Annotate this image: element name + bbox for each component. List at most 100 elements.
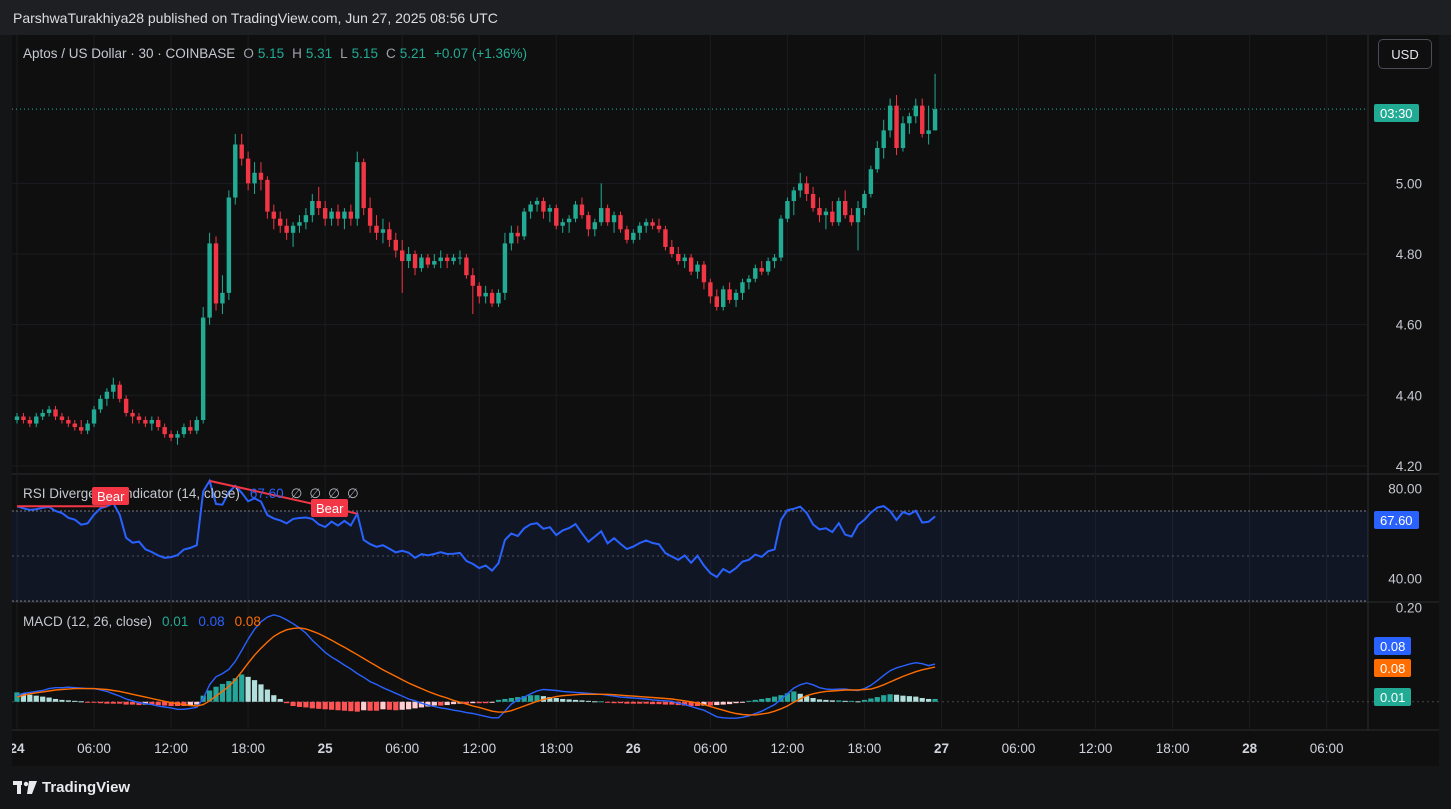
rsi-empty-4: ∅ <box>346 486 359 501</box>
chart-area[interactable]: 5.00 4.80 4.60 4.40 4.20 80.00 40.00 0.20 24 06:0… <box>12 35 1439 766</box>
candle-body <box>573 204 578 219</box>
macd-histogram-bar <box>33 695 39 702</box>
candle-body <box>534 201 540 205</box>
macd-histogram-bar <box>72 700 78 702</box>
candle-body <box>162 427 167 435</box>
candle-body <box>836 201 841 223</box>
macd-histogram-bar <box>239 674 245 702</box>
macd-histogram-bar <box>412 701 418 709</box>
candle-body <box>207 243 212 318</box>
candle-body <box>778 218 784 258</box>
macd-histogram-bar <box>874 697 880 702</box>
macd-histogram-bar <box>746 700 752 702</box>
macd-legend[interactable]: MACD (12, 26, close) 0.01 0.08 0.08 <box>23 614 261 629</box>
candle-body <box>842 201 848 216</box>
macd-histogram-bar <box>110 701 116 704</box>
candle-body <box>688 257 694 272</box>
candle-body <box>329 211 334 219</box>
currency-button[interactable]: USD <box>1378 39 1432 69</box>
candle-body <box>676 254 681 262</box>
candle-body <box>932 109 938 131</box>
macd-histogram-bar <box>91 701 97 703</box>
time-tick-label: 06:00 <box>1310 741 1344 756</box>
candle-body <box>53 409 58 417</box>
candle-body <box>181 427 187 435</box>
macd-histogram-bar <box>727 701 733 705</box>
macd-histogram-bar <box>361 701 367 711</box>
candle-body <box>361 162 366 209</box>
change-value: +0.07 (+1.36%) <box>433 46 528 61</box>
candle-body <box>515 232 520 237</box>
rsi-tick-label: 40.00 <box>1388 572 1422 587</box>
symbol-legend[interactable]: Aptos / US Dollar · 30 · COINBASE O 5.15 … <box>23 46 527 61</box>
candle-body <box>239 144 244 159</box>
candle-body <box>14 416 20 421</box>
macd-histogram-bar <box>155 701 161 706</box>
candle-body <box>477 285 482 297</box>
macd-name[interactable]: MACD (12, 26, close) <box>23 614 152 629</box>
candle-body <box>348 211 354 219</box>
macd-histogram-bar <box>598 701 604 703</box>
macd-histogram-bar <box>104 701 110 704</box>
candle-body <box>123 398 129 413</box>
candle-body <box>772 257 777 262</box>
macd-histogram-bar <box>251 680 258 702</box>
time-tick-label: 26 <box>626 741 642 756</box>
chart-svg[interactable]: 5.00 4.80 4.60 4.40 4.20 80.00 40.00 0.20 24 06:0… <box>12 35 1439 766</box>
candle-body <box>521 211 527 237</box>
macd-histogram-bar <box>630 701 636 704</box>
macd-histogram-bar <box>245 676 251 702</box>
time-tick-label: 06:00 <box>77 741 111 756</box>
tradingview-brand[interactable]: TradingView <box>13 779 130 796</box>
time-tick-label: 27 <box>934 741 949 756</box>
rsi-legend[interactable]: RSI Divergence Indicator (14, close) 67.… <box>23 486 359 502</box>
price-tick-label: 4.60 <box>1396 318 1422 333</box>
macd-histogram-bar <box>316 701 322 709</box>
candle-body <box>669 246 675 254</box>
macd-histogram-bar <box>470 701 476 704</box>
footer <box>0 766 1451 809</box>
candle-body <box>21 416 26 421</box>
brand-name: TradingView <box>42 779 131 796</box>
macd-histogram-bar <box>733 701 739 704</box>
candle-body <box>721 289 726 307</box>
macd-histogram-bar <box>624 701 630 704</box>
macd-line <box>16 614 936 719</box>
macd-histogram-bar <box>367 701 373 711</box>
macd-histogram-bar <box>656 701 662 705</box>
rsi-name[interactable]: RSI Divergence Indicator (14, close) <box>23 486 240 501</box>
candle-body <box>566 218 572 223</box>
candle-body <box>380 229 386 233</box>
rsi-value: 67.60 <box>249 486 284 501</box>
price-tick-label: 4.40 <box>1396 388 1422 403</box>
price-tick-label: 5.00 <box>1396 176 1422 191</box>
macd-histogram-bar <box>611 701 617 704</box>
candle-body <box>387 229 392 240</box>
macd-histogram-bar <box>52 698 59 702</box>
candle-body <box>753 268 758 279</box>
macd-histogram-bar <box>900 695 906 702</box>
candle-body <box>605 208 610 223</box>
candle-body <box>900 123 906 149</box>
open-label: O <box>243 46 254 61</box>
time-tick-label: 18:00 <box>231 741 265 756</box>
candle-body <box>200 317 206 421</box>
candle-body <box>342 211 347 219</box>
candle-body <box>592 222 597 230</box>
candle-body <box>278 218 283 226</box>
time-tick-label: 12:00 <box>154 741 188 756</box>
candle-body <box>188 427 193 431</box>
symbol-name[interactable]: Aptos / US Dollar · 30 · COINBASE <box>23 46 235 61</box>
candle-body <box>618 215 623 230</box>
bear-signal-label: Bear <box>92 487 130 505</box>
macd-histogram-bar <box>765 698 771 702</box>
macd-histogram-bar <box>637 701 643 704</box>
high-value: 5.31 <box>305 46 333 61</box>
macd-histogram-bar <box>97 701 104 704</box>
candle-body <box>810 193 816 209</box>
macd-histogram-bar <box>380 701 386 710</box>
macd-histogram-value: 0.01 <box>162 614 189 629</box>
macd-histogram-bar <box>553 698 559 702</box>
time-tick-label: 24 <box>12 741 25 756</box>
candle-body <box>104 391 110 399</box>
